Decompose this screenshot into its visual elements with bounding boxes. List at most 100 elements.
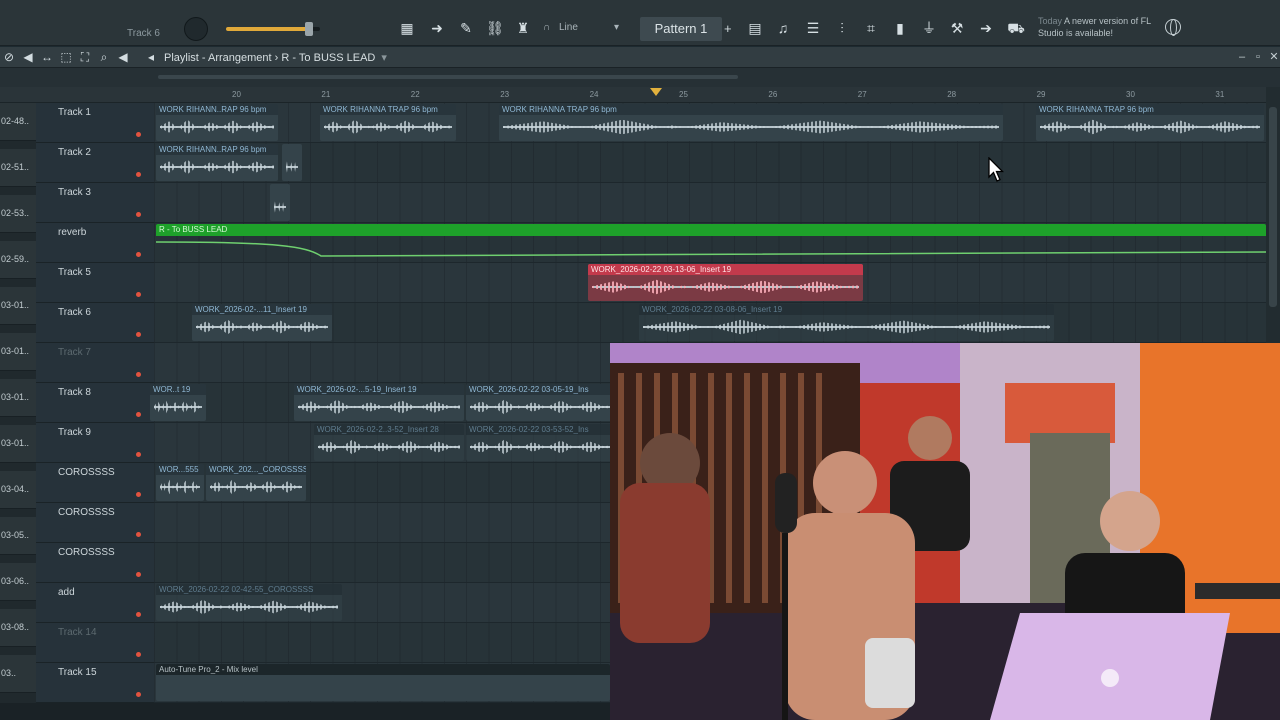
picker-item[interactable]: 02-53.. (0, 195, 36, 233)
link-icon[interactable]: ⛓ (484, 17, 506, 39)
maximize-icon[interactable]: ▫ (1251, 50, 1265, 64)
shop-icon[interactable]: ⛟ (1005, 17, 1027, 39)
track-header[interactable]: Track 14 (36, 623, 154, 663)
picker-item[interactable]: 02-59.. (0, 241, 36, 279)
picker-item[interactable]: 03-04.. (0, 471, 36, 509)
zoom-icon[interactable]: ⌕ (96, 49, 112, 65)
record-arm-icon[interactable] (136, 492, 141, 497)
master-volume-slider[interactable] (226, 22, 320, 36)
arrows-icon[interactable]: ↔ (39, 49, 55, 65)
pencil-icon[interactable]: ✎ (455, 17, 477, 39)
picker-item[interactable]: 03-01.. (0, 425, 36, 463)
plugin-icon[interactable]: ⏚ (918, 17, 940, 39)
scroll-thumb[interactable] (1269, 107, 1277, 307)
playhead-marker[interactable] (650, 88, 662, 96)
picker-item[interactable]: 03-01.. (0, 287, 36, 325)
record-arm-icon[interactable] (136, 532, 141, 537)
track-lane[interactable] (154, 143, 1266, 183)
clip[interactable]: WORK_2026-02-22 03-08-06_Insert 19 (639, 304, 1054, 341)
track-header[interactable]: Track 8 (36, 383, 154, 423)
track-header[interactable]: Track 9 (36, 423, 154, 463)
piano-roll-icon[interactable]: ♫ (772, 17, 794, 39)
automation-clip[interactable]: R - To BUSS LEAD (156, 224, 1266, 261)
track-header[interactable]: COROSSSS (36, 543, 154, 583)
record-arm-icon[interactable] (136, 332, 141, 337)
clip[interactable]: WORK_2026-02-22 02-42-55_COROSSSS (156, 584, 342, 621)
speaker-icon[interactable]: ◂ (143, 49, 159, 65)
clip[interactable]: WORK RIHANNA TRAP 96 bpm (320, 104, 456, 141)
record-arm-icon[interactable] (136, 132, 141, 137)
track-header[interactable]: Track 15 (36, 663, 154, 703)
home-icon[interactable]: ⊘ (1, 49, 17, 65)
tempo-icon[interactable]: ⚒ (946, 17, 968, 39)
track-lane[interactable] (154, 183, 1266, 223)
clip[interactable]: WORK_2026-02-22 03-53-52_Ins (466, 424, 616, 461)
clip[interactable]: WOR..t 19 (150, 384, 206, 421)
picker-item[interactable]: 03-01.. (0, 379, 36, 417)
picker-item[interactable]: 02-51.. (0, 149, 36, 187)
minimize-icon[interactable]: – (1235, 50, 1249, 64)
time-ruler[interactable]: 20 21 22 23 24 25 26 27 28 29 30 31 (0, 87, 1280, 103)
playlist-icon[interactable]: ▤ (744, 17, 766, 39)
clip[interactable]: WORK RIHANN..RAP 96 bpm (156, 144, 278, 181)
cursor-tool-icon[interactable]: ⬚ (58, 49, 74, 65)
clip[interactable] (282, 144, 302, 181)
playlist-title[interactable]: Playlist - Arrangement › R - To BUSS LEA… (164, 51, 387, 64)
file-icon[interactable]: ▮ (889, 17, 911, 39)
clip[interactable] (270, 184, 290, 221)
stamp-icon[interactable]: ♜ (512, 17, 534, 39)
clip[interactable]: WORK RIHANNA TRAP 96 bpm (1036, 104, 1264, 141)
mixer-icon[interactable]: ⫶ (831, 17, 853, 39)
record-arm-icon[interactable] (136, 412, 141, 417)
track-header[interactable]: add (36, 583, 154, 623)
record-arm-icon[interactable] (136, 172, 141, 177)
chevron-down-icon[interactable]: ▾ (381, 52, 387, 64)
track-header[interactable]: COROSSSS (36, 463, 154, 503)
picker-item[interactable]: 03-08.. (0, 609, 36, 647)
fullscreen-icon[interactable]: ⛶ (77, 49, 93, 65)
record-arm-icon[interactable] (136, 372, 141, 377)
track-header[interactable]: COROSSSS (36, 503, 154, 543)
track-header[interactable]: Track 6 (36, 303, 154, 343)
picker-item[interactable]: 03.. (0, 655, 36, 693)
shortcut-icon[interactable]: ➔ (975, 17, 997, 39)
clip[interactable]: WORK_2026-02-...11_Insert 19 (192, 304, 332, 341)
record-arm-icon[interactable] (136, 612, 141, 617)
record-arm-icon[interactable] (136, 652, 141, 657)
channel-rack-icon[interactable]: ☰ (802, 17, 824, 39)
horizontal-scroller[interactable] (158, 75, 738, 79)
track-header[interactable]: Track 2 (36, 143, 154, 183)
clip[interactable]: WORK_2026-02-22 03-13-06_Insert 19 (588, 264, 863, 301)
arrow-right-icon[interactable]: ➜ (426, 17, 448, 39)
globe-icon[interactable] (1165, 19, 1181, 36)
clip[interactable]: WORK_2026-02-2..3-52_Insert 28 (314, 424, 464, 461)
picker-item[interactable]: 03-01.. (0, 333, 36, 371)
clip[interactable]: WORK RIHANN..RAP 96 bpm (156, 104, 278, 141)
record-arm-icon[interactable] (136, 292, 141, 297)
track-header[interactable]: Track 5 (36, 263, 154, 303)
pattern-selector[interactable]: Pattern 1 (640, 17, 722, 41)
main-volume-knob[interactable] (184, 17, 208, 41)
browser-icon[interactable]: ⌗ (860, 17, 882, 39)
track-header[interactable]: Track 1 (36, 103, 154, 143)
automation-clip[interactable]: Auto-Tune Pro_2 - Mix level (156, 664, 610, 701)
snap-select[interactable]: ∩ Line (541, 19, 623, 37)
volume-slider-knob[interactable] (304, 22, 313, 36)
overview-strip[interactable] (0, 68, 1280, 87)
speaker-icon[interactable]: ◀ (115, 49, 131, 65)
clip[interactable]: WORK RIHANNA TRAP 96 bpm (499, 104, 1003, 141)
picker-item[interactable]: 02-48.. (0, 103, 36, 141)
clip[interactable]: WORK_202..._COROSSSS (206, 464, 306, 501)
clip[interactable]: WORK_2026-02-...5-19_Insert 19 (294, 384, 464, 421)
record-arm-icon[interactable] (136, 572, 141, 577)
add-pattern-button[interactable]: + (724, 17, 736, 41)
record-arm-icon[interactable] (136, 692, 141, 697)
record-arm-icon[interactable] (136, 452, 141, 457)
picker-item[interactable]: 03-05.. (0, 517, 36, 555)
record-arm-icon[interactable] (136, 252, 141, 257)
track-header[interactable]: reverb (36, 223, 154, 263)
piano-icon[interactable]: ▦ (396, 17, 418, 39)
mute-icon[interactable]: ◀ (20, 49, 36, 65)
picker-item[interactable]: 03-06.. (0, 563, 36, 601)
record-arm-icon[interactable] (136, 212, 141, 217)
